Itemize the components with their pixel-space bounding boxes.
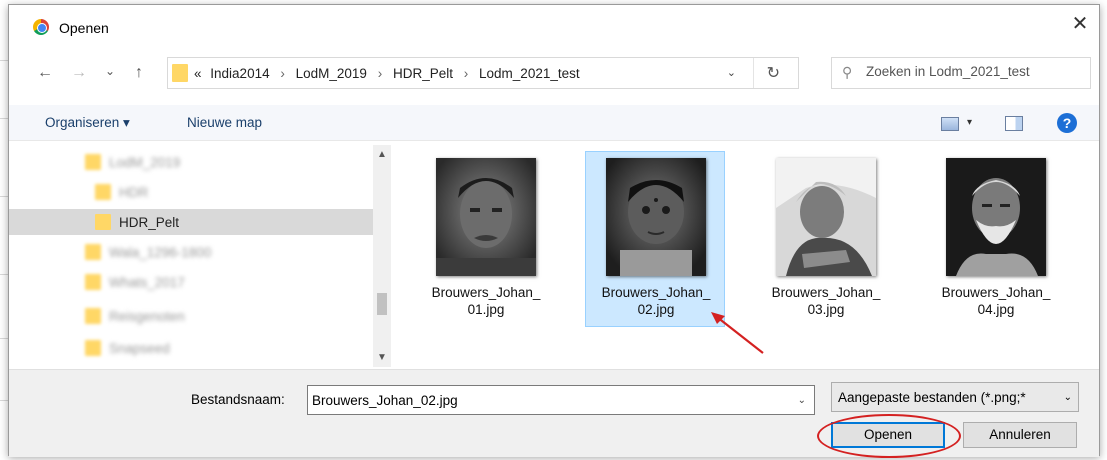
close-icon[interactable]: ✕: [1069, 13, 1091, 35]
forward-arrow-icon[interactable]: →: [71, 63, 87, 83]
chevron-right-icon[interactable]: ›: [378, 66, 383, 81]
sidebar-item[interactable]: Wala_1296-1800: [9, 239, 373, 265]
scroll-down-icon[interactable]: ▼: [377, 352, 387, 363]
chevron-down-icon[interactable]: ⌄: [798, 395, 806, 406]
preview-pane-icon[interactable]: [1005, 116, 1023, 131]
file-type-value: Aangepaste bestanden (*.png;*: [838, 390, 1026, 405]
folder-icon: [85, 244, 101, 260]
chevron-down-icon[interactable]: ⌄: [727, 66, 736, 79]
folder-icon: [85, 308, 101, 324]
view-options-icon[interactable]: [941, 117, 959, 131]
portrait-photo-icon: [606, 158, 706, 276]
chrome-icon: [33, 19, 49, 35]
chevron-right-icon[interactable]: ›: [280, 66, 285, 81]
breadcrumb-item[interactable]: India2014: [210, 66, 269, 81]
search-icon: ⚲: [842, 64, 853, 80]
file-name: Brouwers_Johan_ 03.jpg: [771, 285, 881, 317]
navigation-pane: LodM_2019 HDR HDR_Pelt Wala_1296-1800 Wh…: [9, 145, 391, 367]
annotation-circle: [817, 414, 961, 458]
sidebar-item-label: Whats_2017: [109, 275, 185, 290]
breadcrumb-item[interactable]: HDR_Pelt: [393, 66, 453, 81]
sidebar-item-label: Snapseed: [109, 341, 170, 356]
address-bar[interactable]: « India2014 › LodM_2019 › HDR_Pelt › Lod…: [167, 57, 799, 89]
sidebar-item[interactable]: Snapseed: [9, 335, 373, 361]
folder-icon: [95, 214, 111, 230]
sidebar-item-label: HDR_Pelt: [119, 215, 180, 230]
dialog-title: Openen: [59, 20, 109, 36]
sidebar-item-label: Reisgenoten: [109, 309, 185, 324]
filename-label: Bestandsnaam:: [191, 392, 285, 407]
file-tile-selected[interactable]: Brouwers_Johan_ 02.jpg: [585, 151, 725, 327]
open-file-dialog: Openen ✕ ← → ⌄ ↑ « India2014 › LodM_2019…: [8, 4, 1100, 458]
breadcrumb-item[interactable]: Lodm_2021_test: [479, 66, 580, 81]
recent-locations-icon[interactable]: ⌄: [105, 61, 115, 81]
navigation-bar: ← → ⌄ ↑ « India2014 › LodM_2019 › HDR_Pe…: [9, 53, 1099, 93]
filename-field[interactable]: Brouwers_Johan_02.jpg: [312, 393, 458, 408]
dialog-footer: Bestandsnaam: Brouwers_Johan_02.jpg ⌄ Aa…: [9, 369, 1099, 458]
new-folder-button[interactable]: Nieuwe map: [187, 115, 262, 130]
scrollbar[interactable]: ▲ ▼: [373, 145, 391, 367]
breadcrumb-item[interactable]: LodM_2019: [296, 66, 367, 81]
sidebar-item-label: LodM_2019: [109, 155, 181, 170]
help-icon[interactable]: ?: [1057, 113, 1077, 133]
sidebar-item[interactable]: Whats_2017: [9, 269, 373, 295]
file-name: Brouwers_Johan_ 01.jpg: [431, 285, 541, 317]
back-arrow-icon[interactable]: ←: [37, 63, 53, 83]
divider: [753, 58, 754, 88]
file-name: Brouwers_Johan_ 04.jpg: [941, 285, 1051, 317]
portrait-photo-icon: [776, 158, 876, 276]
up-arrow-icon[interactable]: ↑: [135, 63, 143, 83]
chevron-right-icon[interactable]: ›: [464, 66, 469, 81]
command-toolbar: Organiseren ▾ Nieuwe map ▾ ?: [9, 105, 1099, 141]
scrollbar-thumb[interactable]: [377, 293, 387, 315]
organize-menu-button[interactable]: Organiseren ▾: [45, 115, 130, 131]
title-bar: Openen ✕: [9, 5, 1099, 47]
file-type-select[interactable]: Aangepaste bestanden (*.png;* ⌄: [831, 382, 1079, 412]
file-tile[interactable]: Brouwers_Johan_ 01.jpg: [415, 151, 555, 327]
sidebar-item-label: Wala_1296-1800: [109, 245, 212, 260]
chevron-down-icon[interactable]: ⌄: [1064, 392, 1072, 403]
sidebar-item-hdr-pelt[interactable]: HDR_Pelt: [9, 209, 373, 235]
sidebar-item-label: HDR: [119, 185, 149, 200]
search-box[interactable]: ⚲: [831, 57, 1091, 89]
sidebar-item[interactable]: LodM_2019: [9, 149, 373, 175]
cancel-button[interactable]: Annuleren: [963, 422, 1077, 448]
annotation-arrow: [711, 312, 764, 354]
file-tile[interactable]: Brouwers_Johan_ 04.jpg: [925, 151, 1065, 327]
folder-icon: [85, 154, 101, 170]
folder-icon: [85, 274, 101, 290]
scroll-up-icon[interactable]: ▲: [377, 149, 387, 160]
folder-icon: [172, 64, 188, 82]
filename-combobox[interactable]: Brouwers_Johan_02.jpg ⌄: [307, 385, 815, 415]
file-name: Brouwers_Johan_ 02.jpg: [601, 285, 711, 317]
refresh-icon[interactable]: ↻: [767, 63, 780, 83]
search-input[interactable]: [866, 64, 1086, 79]
breadcrumb: « India2014 › LodM_2019 › HDR_Pelt › Lod…: [194, 66, 580, 81]
breadcrumb-overflow[interactable]: «: [194, 66, 202, 81]
portrait-photo-icon: [436, 158, 536, 276]
sidebar-item[interactable]: HDR: [9, 179, 373, 205]
folder-icon: [85, 340, 101, 356]
file-tile[interactable]: Brouwers_Johan_ 03.jpg: [755, 151, 895, 327]
sidebar-item[interactable]: Reisgenoten: [9, 303, 373, 329]
folder-icon: [95, 184, 111, 200]
chevron-down-icon[interactable]: ▾: [967, 117, 972, 128]
portrait-photo-icon: [946, 158, 1046, 276]
